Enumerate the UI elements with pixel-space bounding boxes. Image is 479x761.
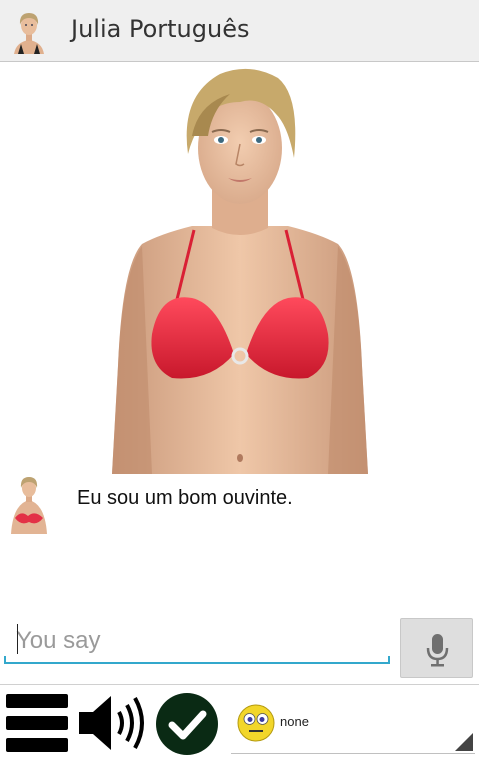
- dropdown-arrow-icon: [455, 733, 473, 751]
- action-bar: Julia Português: [0, 0, 479, 62]
- microphone-icon: [426, 634, 449, 667]
- emotion-underline: [231, 753, 475, 754]
- mic-button[interactable]: [400, 618, 473, 678]
- input-underline: [4, 662, 390, 664]
- say-input-field[interactable]: [4, 618, 390, 666]
- input-underline-left: [4, 656, 6, 664]
- speaker-icon[interactable]: [77, 694, 145, 752]
- neutral-face-icon: [237, 704, 275, 742]
- checkmark-icon[interactable]: [155, 692, 219, 756]
- toolbar-divider: [0, 684, 479, 685]
- emotion-selected-label: none: [280, 714, 309, 729]
- avatar-face-icon[interactable]: [8, 8, 50, 54]
- say-input[interactable]: [4, 618, 390, 664]
- input-underline-right: [388, 656, 390, 664]
- menu-icon[interactable]: [6, 692, 68, 754]
- app-title: Julia Português: [71, 15, 250, 43]
- reply-avatar: [11, 477, 47, 534]
- reply-text: Eu sou um bom ouvinte.: [77, 487, 293, 509]
- emotion-dropdown[interactable]: none: [231, 698, 475, 754]
- text-cursor: [17, 624, 18, 654]
- avatar-figure: [112, 68, 368, 474]
